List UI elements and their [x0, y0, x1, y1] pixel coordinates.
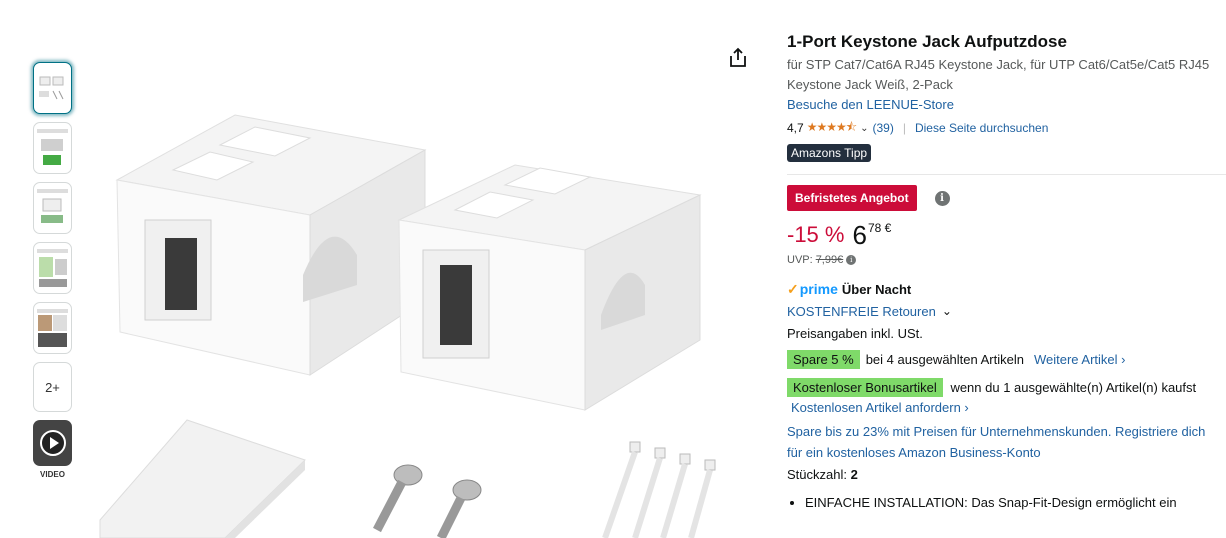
keystone-box-right [397, 164, 702, 411]
thumbnail-4[interactable] [33, 242, 72, 294]
product-thumbnail-image [39, 76, 64, 100]
prime-row: ✓ prime Über Nacht [787, 278, 1217, 300]
price-row: -15 % 6 78 € [787, 221, 1217, 251]
separator: | [902, 121, 906, 135]
product-thumbnail-image [37, 129, 68, 165]
price-fraction: 78 € [867, 221, 892, 235]
request-bonus-link[interactable]: Kostenlosen Artikel anfordern › [791, 400, 969, 415]
main-product-image[interactable] [95, 70, 735, 538]
info-icon[interactable]: i [934, 190, 950, 206]
prime-delivery-text: Über Nacht [841, 281, 912, 297]
prime-logo: ✓ prime [787, 281, 838, 298]
prime-check-icon: ✓ [787, 280, 799, 297]
product-thumbnail-image [37, 189, 68, 223]
keystone-box-left [115, 114, 427, 376]
bonus-text: wenn du 1 ausgewählte(n) Artikel(n) kauf… [950, 380, 1197, 395]
discount-percent: -15 % [787, 222, 845, 247]
deal-row: Befristetes Angebot i [787, 185, 1217, 211]
rating-value: 4,7 [787, 121, 804, 135]
thumbnail-5[interactable] [33, 302, 72, 354]
product-thumbnail-image [37, 309, 68, 347]
amazons-tipp-badge: Amazons Tipp [787, 144, 872, 162]
coupon-row: Spare 5 % bei 4 ausgewählten Artikeln We… [787, 348, 1217, 370]
uvp-row: UVP: 7,99€ i [787, 254, 1217, 266]
quantity-value: 2 [850, 467, 858, 482]
tax-note: Preisangaben inkl. USt. [787, 325, 923, 341]
share-icon[interactable] [727, 46, 749, 70]
search-page-link[interactable]: Diese Seite durchsuchen [915, 121, 1048, 135]
screws [373, 464, 482, 538]
rating-row: 4,7 ★★★★⯪ ⌄ (39) | Diese Seite durchsuch… [787, 118, 1217, 138]
returns-link[interactable]: KOSTENFREIE Retouren [787, 304, 936, 319]
price-whole: 6 [852, 220, 867, 250]
chevron-down-icon[interactable]: ⌄ [942, 304, 952, 318]
thumbnail-gallery: 2+ VIDEO [33, 62, 73, 479]
product-info: 1-Port Keystone Jack Aufputzdose für STP… [787, 30, 1226, 514]
business-offer-link[interactable]: Spare bis zu 23% mit Preisen für Unterne… [787, 421, 1217, 463]
more-images-button[interactable]: 2+ [33, 362, 72, 412]
info-icon-small[interactable]: i [846, 255, 857, 265]
quantity-label: Stückzahl: [787, 467, 847, 482]
prime-label: prime [799, 281, 838, 297]
coupon-badge: Spare 5 % [787, 349, 860, 369]
returns-row[interactable]: KOSTENFREIE Retouren ⌄ [787, 300, 1217, 322]
star-rating-icon[interactable]: ★★★★⯪ [807, 118, 857, 139]
coupon-text: bei 4 ausgewählten Artikeln [865, 351, 1024, 367]
product-title: 1-Port Keystone Jack Aufputzdose [787, 32, 1067, 51]
uvp-value: 7,99€ [815, 254, 844, 266]
bonus-row: Kostenloser Bonusartikel wenn du 1 ausge… [787, 378, 1217, 418]
cover-plates [99, 419, 306, 538]
store-link[interactable]: Besuche den LEENUE-Store [787, 95, 1217, 115]
bonus-badge: Kostenloser Bonusartikel [787, 378, 943, 397]
thumbnail-1[interactable] [33, 62, 72, 114]
deal-badge: Befristetes Angebot [787, 185, 917, 211]
uvp-label: UVP: [787, 254, 813, 266]
feature-bullet: EINFACHE INSTALLATION: Das Snap-Fit-Desi… [805, 492, 1217, 514]
thumbnail-2[interactable] [33, 122, 72, 174]
thumbnail-3[interactable] [33, 182, 72, 234]
feature-bullets: EINFACHE INSTALLATION: Das Snap-Fit-Desi… [787, 492, 1217, 514]
divider [787, 174, 1226, 175]
rating-count-link[interactable]: (39) [872, 121, 893, 135]
cable-ties [602, 441, 716, 538]
product-subtitle: für STP Cat7/Cat6A RJ45 Keystone Jack, f… [787, 57, 1210, 92]
play-icon [39, 430, 66, 456]
product-thumbnail-image [37, 249, 68, 287]
chevron-down-icon[interactable]: ⌄ [860, 123, 868, 134]
video-label: VIDEO [40, 470, 65, 479]
quantity-row: Stückzahl: 2 [787, 467, 1217, 482]
video-thumbnail[interactable] [33, 420, 72, 466]
more-items-link[interactable]: Weitere Artikel › [1034, 352, 1126, 367]
